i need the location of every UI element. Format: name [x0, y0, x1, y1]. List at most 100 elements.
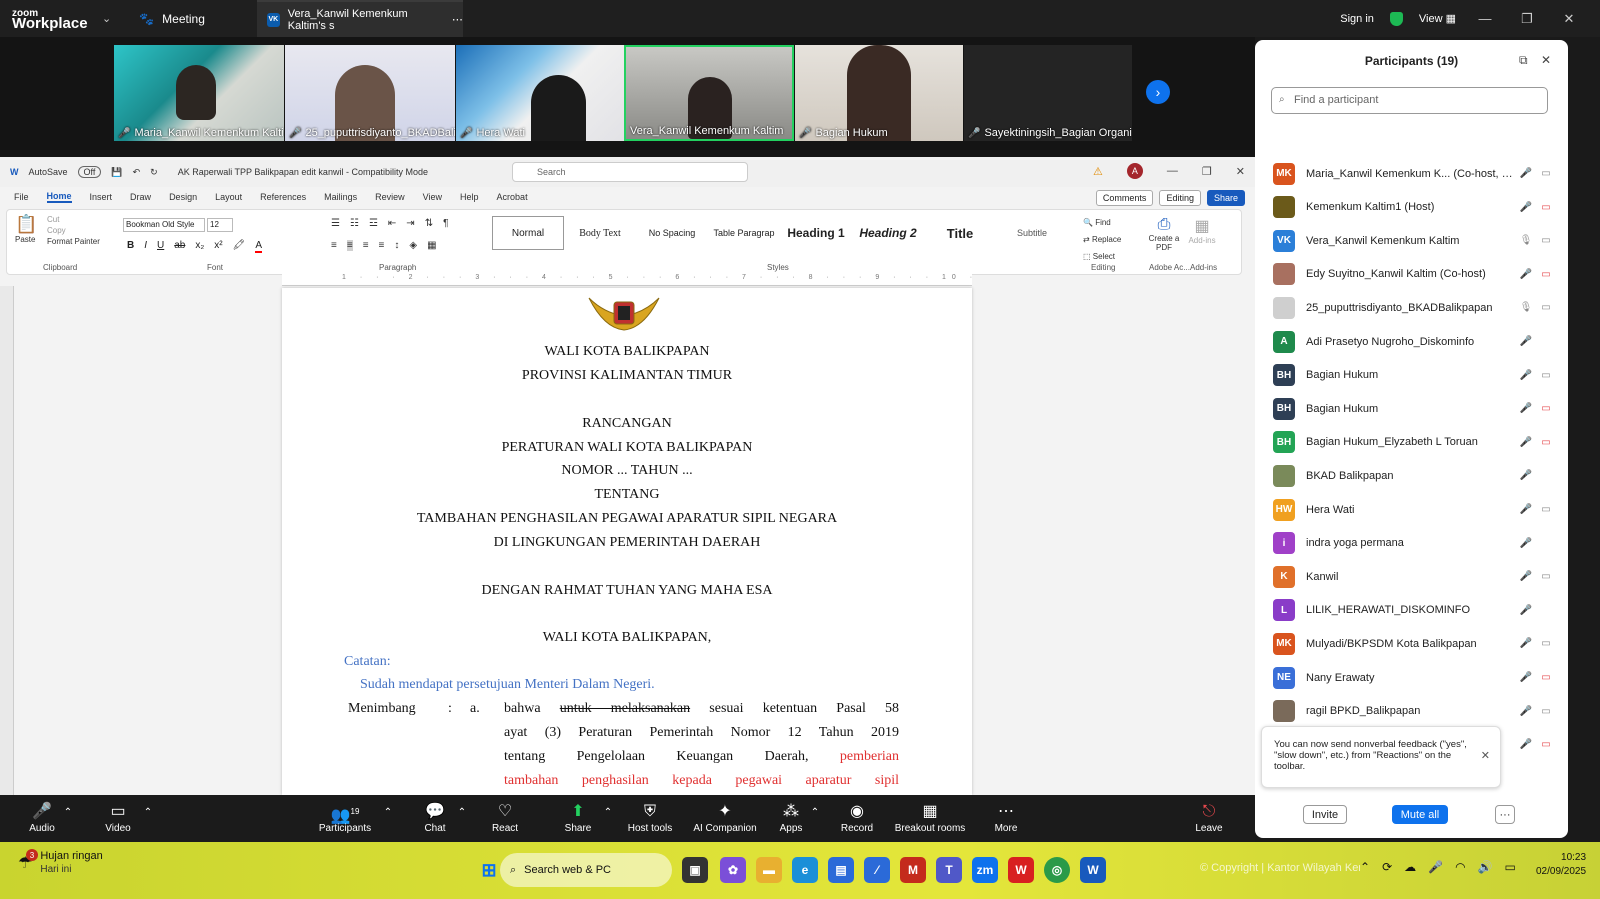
chevron-up-icon[interactable]: ⌃	[140, 807, 156, 818]
font-color-icon[interactable]: A	[255, 240, 262, 253]
clock[interactable]: 10:23 02/09/2025	[1536, 851, 1586, 879]
tab-mailings[interactable]: Mailings	[324, 192, 357, 202]
tab-insert[interactable]: Insert	[90, 192, 113, 202]
horizontal-ruler[interactable]: 1 · · · 2 · · · 3 · · · 4 · · · 5 · · · …	[282, 274, 972, 286]
taskbar-search[interactable]: ⌕ Search web & PC	[500, 853, 672, 887]
style-table-paragraph[interactable]: Table Paragrap	[708, 216, 780, 250]
participant-search-input[interactable]: Find a participant	[1271, 87, 1548, 114]
comments-button[interactable]: Comments	[1095, 190, 1154, 206]
underline-button[interactable]: U	[157, 240, 164, 253]
video-tile-active-speaker[interactable]: Vera_Kanwil Kemenkum Kaltim	[624, 45, 794, 141]
zoom-app-icon[interactable]: zm	[972, 857, 998, 883]
mic-off-icon[interactable]: 🎤	[1519, 504, 1533, 515]
tab-view[interactable]: View	[423, 192, 442, 202]
outdent-icon[interactable]: ⇤	[388, 218, 396, 229]
sort-icon[interactable]: ⇅	[425, 218, 433, 229]
tab-file[interactable]: File	[14, 192, 29, 202]
video-icon[interactable]: ▭	[1539, 504, 1553, 515]
view-button[interactable]: View ▦	[1419, 12, 1456, 25]
superscript-button[interactable]: x²	[214, 240, 222, 253]
leave-button[interactable]: ⎋ Leave	[1174, 801, 1244, 834]
minimize-icon[interactable]: —	[1472, 11, 1498, 26]
format-painter-button[interactable]: Format Painter	[47, 236, 100, 247]
cloud-icon[interactable]: ☁	[1404, 860, 1416, 874]
strike-button[interactable]: ab	[174, 240, 185, 253]
participant-row[interactable]: L LILIK_HERAWATI_DISKOMINFO 🎤	[1273, 594, 1553, 627]
bullets-icon[interactable]: ☰	[331, 218, 340, 229]
wifi-icon[interactable]: ◠	[1455, 860, 1465, 874]
participant-row[interactable]: K Kanwil 🎤 ▭	[1273, 560, 1553, 593]
volume-icon[interactable]: 🔊	[1478, 860, 1493, 874]
mic-off-icon[interactable]: 🎤	[1519, 202, 1533, 213]
record-button[interactable]: ◉ Record	[822, 801, 892, 834]
warning-icon[interactable]: ⚠	[1093, 165, 1103, 178]
sync-icon[interactable]: ⟳	[1382, 860, 1392, 874]
find-button[interactable]: 🔍 Find	[1083, 214, 1121, 231]
font-size-select[interactable]: 12	[207, 218, 233, 232]
align-left-icon[interactable]: ≡	[331, 240, 337, 251]
chevron-up-icon[interactable]: ⌃	[380, 807, 396, 818]
popout-icon[interactable]: ⧉	[1519, 53, 1528, 68]
security-shield-icon[interactable]	[1389, 11, 1403, 26]
borders-icon[interactable]: ▦	[427, 240, 436, 251]
video-icon[interactable]: ▭	[1539, 370, 1553, 381]
file-explorer-icon[interactable]: ▬	[756, 857, 782, 883]
windows-start-icon[interactable]: ⊞	[476, 857, 502, 883]
create-pdf-button[interactable]: Create a PDF	[1147, 234, 1181, 252]
mic-off-icon[interactable]: 🎤	[1519, 571, 1533, 582]
indent-icon[interactable]: ⇥	[406, 218, 414, 229]
tab-acrobat[interactable]: Acrobat	[497, 192, 528, 202]
create-pdf-icon[interactable]: ⎙	[1147, 216, 1181, 234]
italic-button[interactable]: I	[144, 240, 147, 253]
video-icon[interactable]: ▭	[1539, 168, 1553, 179]
teams-icon[interactable]: T	[936, 857, 962, 883]
tab-help[interactable]: Help	[460, 192, 479, 202]
video-tile[interactable]: 🎤 Maria_Kanwil Kemenkum Kalti...	[114, 45, 284, 141]
video-off-icon[interactable]: ▭	[1539, 403, 1553, 414]
invite-button[interactable]: Invite	[1303, 805, 1347, 824]
video-off-icon[interactable]: ▭	[1539, 739, 1553, 750]
minimize-icon[interactable]: —	[1167, 165, 1178, 177]
mic-off-icon[interactable]: 🎤	[1519, 437, 1533, 448]
font-name-select[interactable]: Bookman Old Style	[123, 218, 205, 232]
bold-button[interactable]: B	[127, 240, 134, 253]
participant-row[interactable]: MK Maria_Kanwil Kemenkum K... (Co-host, m…	[1273, 157, 1553, 190]
participant-row[interactable]: NE Nany Erawaty 🎤 ▭	[1273, 661, 1553, 694]
document-page[interactable]: WALI KOTA BALIKPAPAN PROVINSI KALIMANTAN…	[282, 288, 972, 795]
editing-mode-button[interactable]: Editing	[1159, 190, 1201, 206]
participant-row[interactable]: HW Hera Wati 🎤 ▭	[1273, 493, 1553, 526]
mic-off-icon[interactable]: 🎤	[1519, 336, 1533, 347]
addins-button[interactable]: Add-ins	[1187, 236, 1217, 245]
participant-row[interactable]: BH Bagian Hukum 🎤 ▭	[1273, 392, 1553, 425]
close-icon[interactable]: ✕	[1481, 751, 1490, 762]
video-icon[interactable]: ▭	[1539, 302, 1553, 313]
align-center-icon[interactable]: ≡	[346, 240, 353, 251]
breakout-rooms-button[interactable]: ▦ Breakout rooms	[890, 801, 970, 834]
participant-row[interactable]: VK Vera_Kanwil Kemenkum Kaltim 🎙 ▭	[1273, 224, 1553, 257]
word-search-input[interactable]: Search	[512, 162, 748, 182]
tab-references[interactable]: References	[260, 192, 306, 202]
mcafee-icon[interactable]: M	[900, 857, 926, 883]
mic-off-icon[interactable]: 🎤	[1519, 605, 1533, 616]
style-body-text[interactable]: Body Text	[564, 216, 636, 250]
host-tools-button[interactable]: ⛨ Host tools	[615, 801, 685, 834]
mic-off-icon[interactable]: 🎤	[1519, 706, 1533, 717]
style-heading-1[interactable]: Heading 1	[780, 216, 852, 250]
pen-app-icon[interactable]: ⁄	[864, 857, 890, 883]
mic-off-icon[interactable]: 🎤	[1519, 470, 1533, 481]
copilot-icon[interactable]: ✿	[720, 857, 746, 883]
chevron-up-icon[interactable]: ⌃	[1360, 860, 1370, 874]
mic-off-icon[interactable]: 🎤	[1519, 672, 1533, 683]
chevron-up-icon[interactable]: ⌃	[807, 807, 823, 818]
tab-draw[interactable]: Draw	[130, 192, 151, 202]
restore-icon[interactable]: ❐	[1514, 11, 1540, 27]
participant-row[interactable]: BH Bagian Hukum_Elyzabeth L Toruan 🎤 ▭	[1273, 426, 1553, 459]
tab-layout[interactable]: Layout	[215, 192, 242, 202]
video-off-icon[interactable]: ▭	[1539, 269, 1553, 280]
highlight-icon[interactable]: 🖍	[233, 240, 246, 253]
more-options-button[interactable]: ···	[1495, 805, 1515, 824]
participant-row[interactable]: BH Bagian Hukum 🎤 ▭	[1273, 359, 1553, 392]
restore-icon[interactable]: ❐	[1202, 165, 1212, 178]
mic-off-icon[interactable]: 🎤	[1519, 269, 1533, 280]
more-icon[interactable]: ⋯	[452, 13, 463, 26]
